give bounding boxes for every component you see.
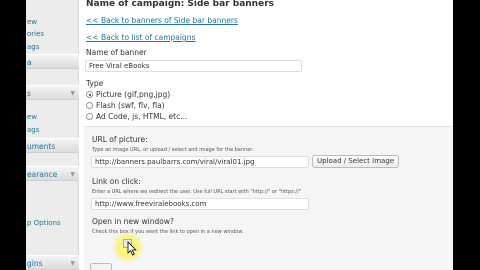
sidebar-item-label: earance <box>27 170 58 179</box>
sidebar-item-links[interactable]: s ▼ <box>26 85 79 100</box>
save-button[interactable] <box>90 263 112 270</box>
type-label: Type <box>86 79 104 88</box>
link-hint: Enter a URL where we redirect the user. … <box>92 189 302 195</box>
type-option-flash[interactable]: Flash (swf, flv, fla) <box>86 101 165 110</box>
upload-select-image-button[interactable]: Upload / Select Image <box>312 155 400 168</box>
link-label: Link on click: <box>92 177 141 186</box>
type-option-label: Ad Code, js, HTML, etc... <box>96 112 188 121</box>
main-content: Name of campaign: Side bar banners << Ba… <box>84 0 453 270</box>
browser-frame: ew ories ags a s ▼ ew ags uments earance ▼… <box>26 0 453 270</box>
sidebar-item-media[interactable]: a <box>26 54 79 69</box>
sidebar-item-tags[interactable]: ags <box>26 43 79 52</box>
sidebar-item-categories[interactable]: ories <box>26 30 79 39</box>
banner-name-input[interactable]: Free Viral eBooks <box>85 60 302 72</box>
chevron-down-icon: ▼ <box>70 90 75 97</box>
sidebar-item-posts-all[interactable]: ew <box>26 18 79 27</box>
link-url-input[interactable]: http://www.freeviralebooks.com <box>91 198 309 210</box>
sidebar-item-label: ags <box>27 126 40 134</box>
picture-url-input[interactable]: http://banners.paulbarrs.com/viral/viral… <box>91 156 309 168</box>
chevron-down-icon: ▼ <box>70 260 75 267</box>
sidebar-item-label: ew <box>27 18 38 26</box>
back-to-campaigns-link[interactable]: << Back to list of campaigns <box>86 33 195 42</box>
sidebar-item-label: ags <box>27 43 40 51</box>
sidebar-item-options[interactable]: p Options <box>26 219 79 228</box>
new-window-label: Open in new window? <box>92 217 174 226</box>
admin-sidebar: ew ories ags a s ▼ ew ags uments earance ▼… <box>26 0 79 270</box>
chevron-down-icon: ▼ <box>70 171 75 178</box>
sidebar-item-documents[interactable]: uments <box>26 138 79 153</box>
sidebar-item-label: ew <box>27 113 38 121</box>
radio-icon[interactable] <box>86 113 93 120</box>
url-label: URL of picture: <box>92 135 148 144</box>
sidebar-item-label: gins <box>27 259 43 268</box>
sidebar-item-link-tags[interactable]: ags <box>26 126 79 135</box>
banner-name-label: Name of banner <box>86 48 147 57</box>
type-option-label: Flash (swf, flv, fla) <box>96 101 165 110</box>
url-hint: Type an image URL, or upload / select an… <box>92 147 254 153</box>
type-option-adcode[interactable]: Ad Code, js, HTML, etc... <box>86 112 187 121</box>
type-option-label: Picture (gif,png,jpg) <box>96 90 171 99</box>
page-title: Name of campaign: Side bar banners <box>86 0 274 9</box>
radio-icon[interactable] <box>86 102 93 109</box>
sidebar-item-plugins[interactable]: gins ▼ <box>26 255 79 270</box>
sidebar-item-links-all[interactable]: ew <box>26 113 79 122</box>
type-option-picture[interactable]: Picture (gif,png,jpg) <box>86 90 170 99</box>
new-window-hint: Check this box if you want the link to o… <box>92 229 244 235</box>
sidebar-item-label: p Options <box>27 219 61 227</box>
sidebar-item-appearance[interactable]: earance ▼ <box>26 166 79 181</box>
sidebar-item-label: uments <box>27 142 56 151</box>
back-to-banners-link[interactable]: << Back to banners of Side bar banners <box>86 16 238 25</box>
radio-selected-icon[interactable] <box>86 91 93 98</box>
sidebar-item-label: s <box>27 89 31 98</box>
mouse-pointer-icon <box>127 241 137 256</box>
sidebar-item-label: ories <box>27 30 45 38</box>
sidebar-item-label: a <box>27 58 32 67</box>
